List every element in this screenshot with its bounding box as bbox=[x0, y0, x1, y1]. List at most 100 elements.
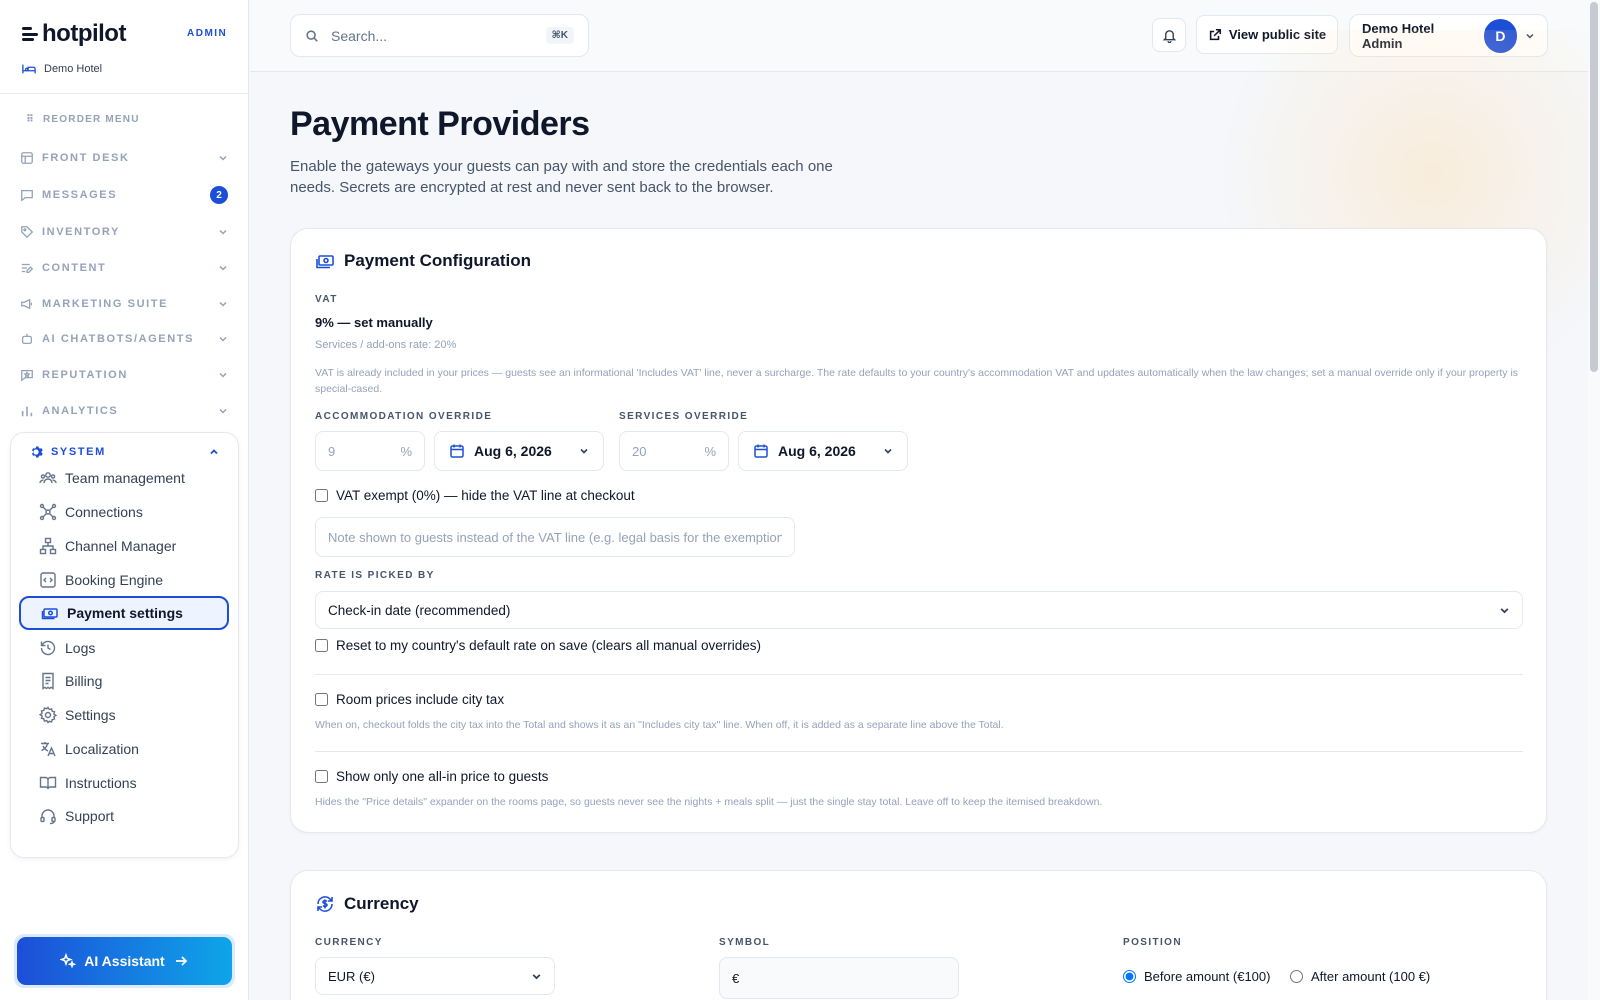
all-in-price-checkbox[interactable] bbox=[315, 770, 328, 783]
services-override-input[interactable] bbox=[632, 443, 705, 459]
services-override-field[interactable]: % bbox=[619, 431, 729, 471]
sidebar-item-logs[interactable]: Logs bbox=[19, 631, 229, 665]
rate-picked-select[interactable]: Check-in date (recommended) bbox=[315, 591, 1523, 629]
accommodation-date-picker[interactable]: Aug 6, 2026 bbox=[434, 431, 604, 471]
vat-explanation: VAT is already included in your prices —… bbox=[315, 367, 1519, 395]
position-after-option[interactable]: After amount (100 €) bbox=[1290, 969, 1430, 984]
accommodation-override-label: ACCOMMODATION OVERRIDE bbox=[315, 411, 493, 422]
arrow-right-icon bbox=[175, 956, 187, 966]
nav-group-inventory[interactable]: INVENTORY bbox=[20, 221, 228, 243]
sidebar-divider bbox=[0, 93, 248, 94]
percent-suffix: % bbox=[704, 443, 716, 459]
all-in-price-row[interactable]: Show only one all-in price to guests bbox=[315, 769, 548, 784]
user-menu[interactable]: Demo Hotel Admin D bbox=[1349, 14, 1548, 57]
nav-group-label: INVENTORY bbox=[42, 226, 120, 238]
card-title-text: Payment Configuration bbox=[344, 251, 532, 270]
nav-group-analytics[interactable]: ANALYTICS bbox=[20, 400, 228, 422]
brand-logo[interactable]: hotpilot bbox=[22, 20, 126, 48]
hotel-name: Demo Hotel bbox=[44, 63, 103, 75]
vat-exempt-note-input[interactable] bbox=[315, 517, 795, 557]
sidebar-item-support[interactable]: Support bbox=[19, 799, 229, 833]
vat-label: VAT bbox=[315, 294, 338, 305]
accommodation-override-input[interactable] bbox=[328, 443, 401, 459]
chevron-down-icon bbox=[1526, 33, 1534, 39]
drag-handle-icon: ⠿ bbox=[26, 114, 36, 125]
headset-icon bbox=[40, 809, 56, 825]
services-date: Aug 6, 2026 bbox=[778, 443, 856, 459]
ai-assistant-button[interactable]: AI Assistant bbox=[17, 937, 232, 985]
unread-badge: 2 bbox=[210, 186, 228, 204]
section-divider bbox=[315, 751, 1523, 752]
sidebar-item-instructions[interactable]: Instructions bbox=[19, 766, 229, 800]
chevron-down-icon bbox=[580, 448, 588, 454]
translate-icon bbox=[41, 742, 56, 757]
sidebar-item-label: Billing bbox=[65, 673, 103, 689]
sidebar-item-billing[interactable]: Billing bbox=[19, 664, 229, 698]
vat-exempt-checkbox[interactable] bbox=[315, 489, 328, 502]
sidebar-item-label: Team management bbox=[65, 470, 185, 486]
hotel-selector[interactable]: Demo Hotel bbox=[22, 62, 102, 76]
topbar: ⌘K View public site Demo Hotel Admin D bbox=[250, 0, 1588, 72]
nav-group-ai-chatbots[interactable]: AI CHATBOTS/AGENTS bbox=[20, 328, 228, 350]
payment-configuration-title: Payment Configuration bbox=[315, 251, 531, 271]
page-description: Enable the gateways your guests can pay … bbox=[290, 158, 833, 196]
nav-group-front-desk[interactable]: FRONT DESK bbox=[20, 147, 228, 169]
logo-mark-icon bbox=[22, 27, 38, 41]
nav-group-reputation[interactable]: REPUTATION bbox=[20, 364, 228, 386]
services-date-picker[interactable]: Aug 6, 2026 bbox=[738, 431, 908, 471]
page-scrollbar[interactable] bbox=[1588, 0, 1600, 1000]
user-name: Demo Hotel Admin bbox=[1362, 20, 1435, 51]
brand-name: hotpilot bbox=[42, 20, 126, 47]
position-after-label: After amount (100 €) bbox=[1311, 969, 1431, 984]
reset-default-checkbox[interactable] bbox=[315, 639, 328, 652]
sidebar-item-team-management[interactable]: Team management bbox=[19, 461, 229, 495]
sidebar-item-localization[interactable]: Localization bbox=[19, 732, 229, 766]
currency-title: Currency bbox=[315, 894, 419, 914]
reorder-menu-label: REORDER MENU bbox=[43, 114, 140, 125]
accommodation-override-field[interactable]: % bbox=[315, 431, 425, 471]
services-override-label: SERVICES OVERRIDE bbox=[619, 411, 749, 422]
position-before-radio[interactable] bbox=[1123, 970, 1136, 983]
sidebar-item-payment-settings[interactable]: Payment settings bbox=[19, 596, 229, 630]
currency-select[interactable]: EUR (€) bbox=[315, 957, 555, 995]
sidebar-item-label: Booking Engine bbox=[65, 572, 164, 588]
position-after-radio[interactable] bbox=[1290, 970, 1303, 983]
sidebar-item-connections[interactable]: Connections bbox=[19, 495, 229, 529]
sidebar-item-label: Channel Manager bbox=[65, 538, 177, 554]
search-shortcut: ⌘K bbox=[545, 27, 574, 44]
rate-picked-label: RATE IS PICKED BY bbox=[315, 570, 435, 581]
sidebar-item-label: Settings bbox=[65, 707, 116, 723]
team-icon bbox=[39, 472, 57, 484]
nav-group-messages[interactable]: MESSAGES 2 bbox=[20, 184, 228, 206]
sitemap-icon bbox=[39, 537, 57, 555]
search-input[interactable] bbox=[331, 27, 534, 44]
currency-value: EUR (€) bbox=[328, 968, 375, 984]
chevron-up-icon bbox=[210, 449, 218, 455]
nav-group-system[interactable]: SYSTEM bbox=[29, 445, 219, 459]
sidebar-item-settings[interactable]: Settings bbox=[19, 698, 229, 732]
chevron-down-icon bbox=[219, 265, 227, 271]
search-box[interactable]: ⌘K bbox=[290, 14, 589, 57]
reorder-menu-button[interactable]: ⠿ REORDER MENU bbox=[26, 114, 140, 125]
city-tax-checkbox[interactable] bbox=[315, 693, 328, 706]
view-public-site-button[interactable]: View public site bbox=[1196, 15, 1338, 54]
vat-services-rate: Services / add-ons rate: 20% bbox=[315, 339, 457, 351]
currency-card: Currency CURRENCY EUR (€) SYMBOL POSITIO… bbox=[290, 870, 1547, 1000]
city-tax-row[interactable]: Room prices include city tax bbox=[315, 692, 504, 707]
ai-assistant-label: AI Assistant bbox=[84, 953, 165, 969]
sidebar-item-booking-engine[interactable]: Booking Engine bbox=[19, 563, 229, 597]
chevron-down-icon bbox=[219, 408, 227, 414]
nav-group-content[interactable]: CONTENT bbox=[20, 257, 228, 279]
sidebar-item-channel-manager[interactable]: Channel Manager bbox=[19, 529, 229, 563]
accommodation-date: Aug 6, 2026 bbox=[474, 443, 552, 459]
symbol-input[interactable] bbox=[719, 957, 959, 999]
scrollbar-thumb[interactable] bbox=[1590, 2, 1598, 372]
chevron-down-icon bbox=[1500, 607, 1509, 613]
position-before-option[interactable]: Before amount (€100) bbox=[1123, 969, 1270, 984]
nav-group-marketing-suite[interactable]: MARKETING SUITE bbox=[20, 293, 228, 315]
chevron-down-icon bbox=[219, 336, 227, 342]
vat-exempt-row[interactable]: VAT exempt (0%) — hide the VAT line at c… bbox=[315, 488, 635, 503]
notifications-button[interactable] bbox=[1152, 18, 1186, 52]
chevron-down-icon bbox=[219, 301, 227, 307]
reset-default-row[interactable]: Reset to my country's default rate on sa… bbox=[315, 638, 761, 653]
